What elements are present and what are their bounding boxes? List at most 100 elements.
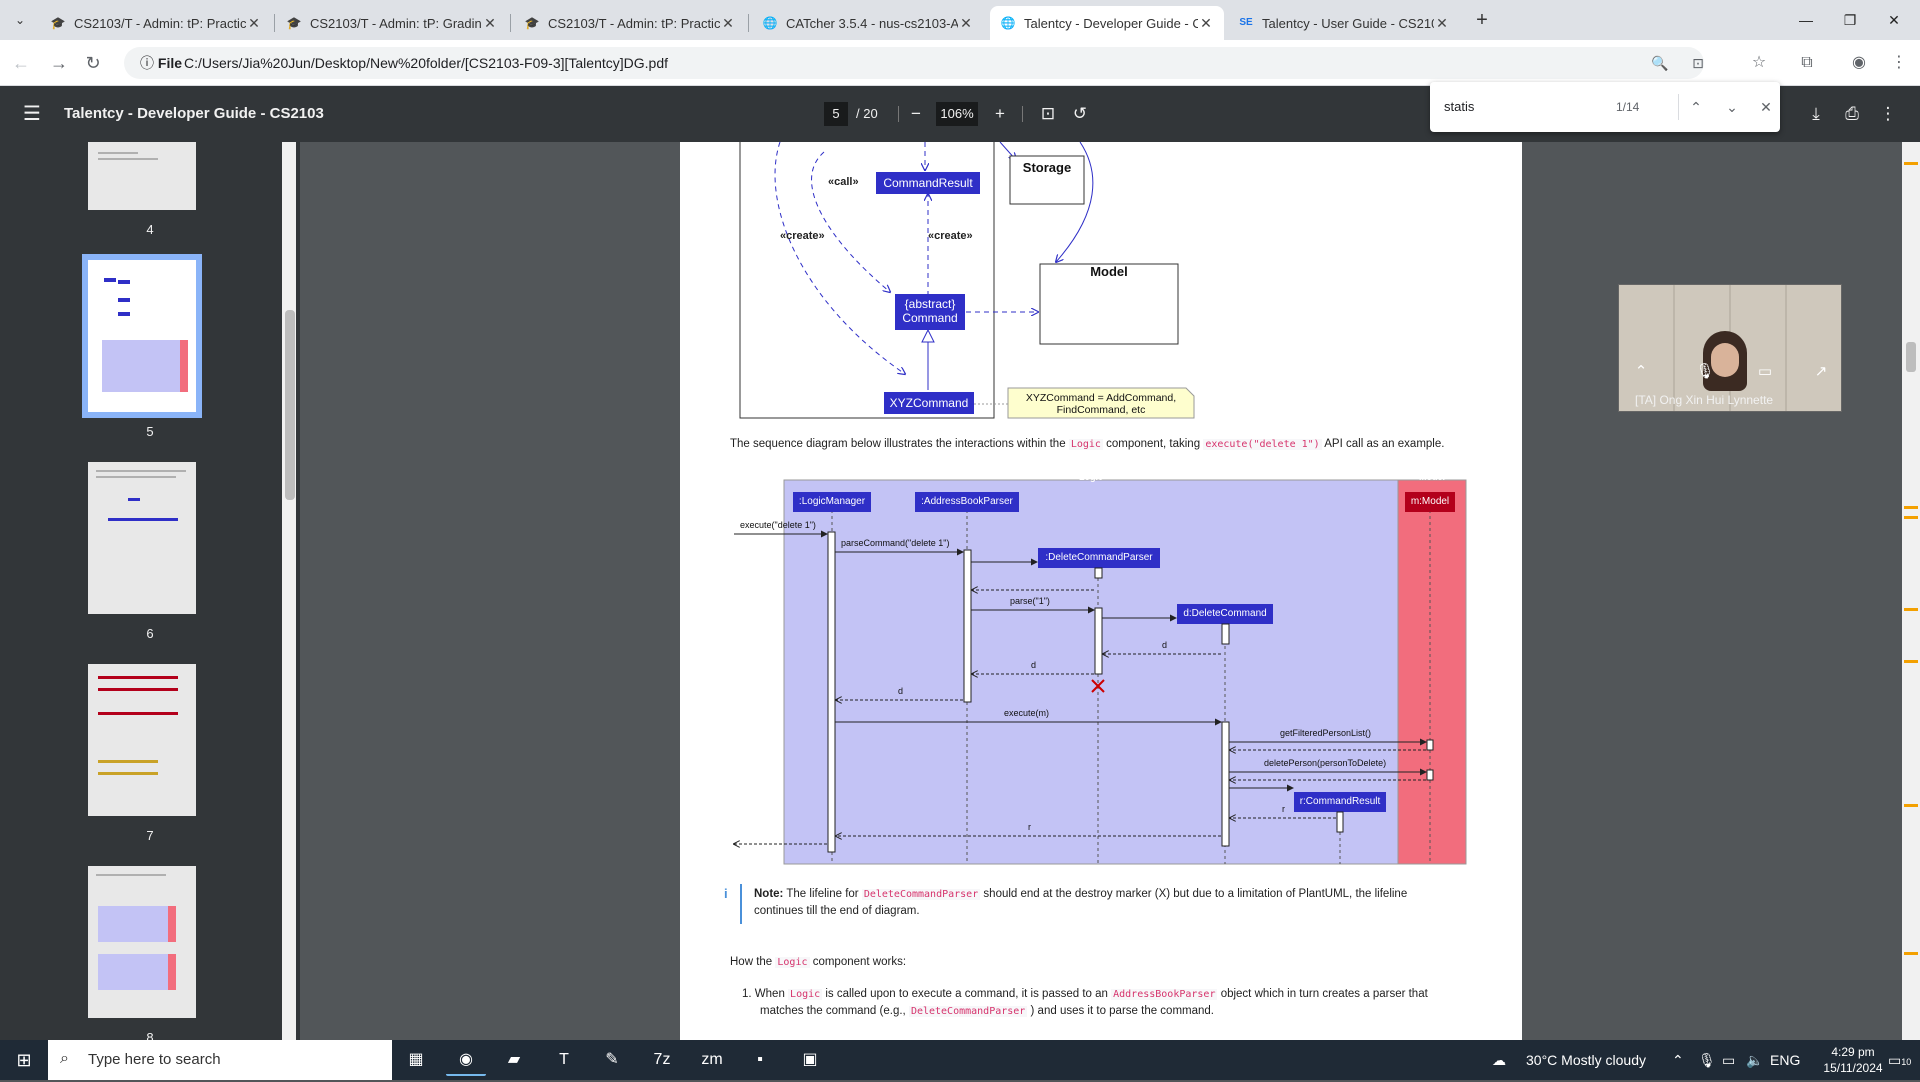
tray-overflow-icon[interactable]: ⌃: [1672, 1040, 1684, 1080]
thumbnail-label: 5: [146, 424, 154, 439]
weather-icon[interactable]: ☁: [1492, 1040, 1506, 1080]
close-tab-icon[interactable]: ✕: [1434, 15, 1450, 32]
url-text[interactable]: C:/Users/Jia%20Jun/Desktop/New%20folder/…: [184, 47, 668, 79]
close-window-icon[interactable]: ✕: [1874, 6, 1914, 34]
close-find-icon[interactable]: ✕: [1754, 95, 1778, 119]
sidebar-scrollbar[interactable]: [282, 142, 296, 1040]
find-input[interactable]: statis: [1444, 95, 1474, 119]
new-tab-button[interactable]: +: [1470, 8, 1494, 32]
clock-date[interactable]: 15/11/2024: [1818, 1060, 1888, 1076]
teams-icon[interactable]: T: [544, 1044, 584, 1076]
zoom-out-icon[interactable]: −: [904, 102, 928, 126]
note-text: XYZCommand = AddCommand,: [1025, 392, 1177, 404]
bookmark-star-icon[interactable]: ☆: [1746, 50, 1772, 76]
thumbnail-page-7[interactable]: 7: [88, 664, 196, 843]
tab-4-active[interactable]: 🌐 Talentcy - Developer Guide - CS ✕: [990, 6, 1224, 40]
pdf-title: Talentcy - Developer Guide - CS2103: [64, 105, 324, 122]
close-tab-icon[interactable]: ✕: [1198, 15, 1214, 32]
thumbnail-page-8[interactable]: 8: [88, 866, 196, 1040]
tab-0[interactable]: 🎓 CS2103/T - Admin: tP: Practical ✕: [40, 6, 272, 40]
task-view-icon[interactable]: ▦: [396, 1044, 436, 1076]
forward-arrow-icon[interactable]: →: [46, 50, 72, 76]
windows-start-icon[interactable]: ⊞: [0, 1040, 48, 1080]
zoom-input[interactable]: 106%: [936, 102, 978, 126]
find-match-marker: [1904, 162, 1918, 165]
address-bar[interactable]: ⓘ File C:/Users/Jia%20Jun/Desktop/New%20…: [124, 47, 1704, 79]
download-icon[interactable]: ⤓: [1804, 102, 1828, 126]
sidebar-scroll-thumb[interactable]: [285, 310, 295, 500]
restore-icon[interactable]: ❐: [1830, 6, 1870, 34]
7zip-icon[interactable]: 7z: [642, 1044, 682, 1076]
previous-match-icon[interactable]: ⌃: [1684, 95, 1708, 119]
profile-avatar-icon[interactable]: ◉: [1846, 50, 1872, 76]
mic-muted-icon[interactable]: 🎙: [1695, 363, 1715, 381]
file-explorer-icon[interactable]: ▰: [494, 1044, 534, 1076]
chrome-menu-icon[interactable]: ⋮: [1886, 50, 1912, 76]
note-line-1: Note: The lifeline for DeleteCommandPars…: [754, 886, 1407, 903]
tab-1[interactable]: 🎓 CS2103/T - Admin: tP: Grading ✕: [276, 6, 508, 40]
expand-icon[interactable]: ⌃: [1631, 363, 1651, 381]
next-match-icon[interactable]: ⌄: [1720, 95, 1744, 119]
tab-title: Talentcy - User Guide - CS2103: [1262, 15, 1434, 31]
participant-model: m:Model: [1410, 496, 1450, 507]
tab-2[interactable]: 🎓 CS2103/T - Admin: tP: Practical ✕: [514, 6, 746, 40]
info-icon: ⓘ: [140, 55, 158, 71]
thumbnail-page-6[interactable]: 6: [88, 462, 196, 641]
thumbnail-page-4[interactable]: 4: [88, 142, 196, 237]
network-icon[interactable]: ▭: [1722, 1040, 1735, 1080]
taskbar-search-box[interactable]: ⌕ Type here to search: [48, 1040, 392, 1080]
clock-time[interactable]: 4:29 pm: [1818, 1044, 1888, 1060]
close-tab-icon[interactable]: ✕: [720, 15, 736, 32]
text: API call as an example.: [1324, 438, 1445, 450]
hamburger-menu-icon[interactable]: ☰: [20, 102, 44, 126]
tab-search-chevron-icon[interactable]: ⌄: [8, 8, 32, 32]
weather-text[interactable]: 30°C Mostly cloudy: [1526, 1040, 1646, 1080]
video-call-overlay[interactable]: [TA] Ong Xin Hui Lynnette ⌃ 🎙 ▭ ↗: [1618, 284, 1842, 412]
zoom-icon[interactable]: 🔍: [1648, 51, 1672, 75]
page-number-input[interactable]: 5: [824, 102, 848, 126]
inline-code: Logic: [775, 957, 810, 968]
more-options-icon[interactable]: ⋮: [1876, 102, 1900, 126]
tab-3[interactable]: 🌐 CATcher 3.5.4 - nus-cs2103-AY2 ✕: [752, 6, 984, 40]
close-tab-icon[interactable]: ✕: [246, 15, 262, 32]
sequence-intro-paragraph: The sequence diagram below illustrates t…: [730, 436, 1444, 453]
notification-count: 10: [1901, 1057, 1912, 1067]
find-match-count: 1/14: [1616, 100, 1640, 114]
file-info-chip[interactable]: ⓘ File: [132, 51, 190, 75]
main-scrollbar[interactable]: [1902, 142, 1920, 1040]
main-scroll-thumb[interactable]: [1906, 342, 1916, 372]
message-label: parse("1"): [1010, 596, 1050, 606]
globe-icon: 🌐: [762, 16, 778, 30]
microphone-icon[interactable]: 🎙: [1698, 1040, 1716, 1080]
inline-code: Logic: [788, 989, 823, 1000]
minimize-icon[interactable]: —: [1786, 6, 1826, 34]
camera-icon[interactable]: ▭: [1755, 363, 1775, 381]
page-search-icon[interactable]: ⊡: [1686, 51, 1710, 75]
thumbnail-page-5[interactable]: 5: [82, 254, 202, 439]
command-result-class: CommandResult: [883, 176, 973, 190]
language-indicator[interactable]: ENG: [1770, 1040, 1800, 1080]
tab-5[interactable]: SE Talentcy - User Guide - CS2103 ✕: [1228, 6, 1460, 40]
zoom-app-icon[interactable]: zm: [692, 1044, 732, 1076]
extensions-icon[interactable]: ⧉: [1794, 50, 1820, 76]
note-text: FindCommand, etc: [1056, 404, 1146, 416]
close-tab-icon[interactable]: ✕: [482, 15, 498, 32]
thumbnail-label: 6: [146, 626, 154, 641]
find-match-marker: [1904, 804, 1918, 807]
paint-icon[interactable]: ✎: [592, 1044, 632, 1076]
print-icon[interactable]: ⎙: [1840, 102, 1864, 126]
back-arrow-icon[interactable]: ←: [8, 50, 34, 76]
volume-icon[interactable]: 🔈: [1746, 1040, 1763, 1080]
notifications-icon[interactable]: ▭10: [1888, 1040, 1911, 1082]
rotate-icon[interactable]: ↺: [1068, 102, 1092, 126]
note-callout: i Note: The lifeline for DeleteCommandPa…: [724, 884, 1480, 924]
close-tab-icon[interactable]: ✕: [958, 15, 974, 32]
fit-page-icon[interactable]: ⊡: [1036, 102, 1060, 126]
terminal-icon[interactable]: ▪: [740, 1044, 780, 1076]
chrome-icon[interactable]: ◉: [446, 1044, 486, 1076]
participant-delete-command: d:DeleteCommand: [1183, 608, 1267, 619]
reload-icon[interactable]: ↻: [80, 50, 106, 76]
contacts-app-icon[interactable]: ▣: [790, 1044, 830, 1076]
pop-out-icon[interactable]: ↗: [1811, 363, 1831, 381]
zoom-in-icon[interactable]: +: [988, 102, 1012, 126]
